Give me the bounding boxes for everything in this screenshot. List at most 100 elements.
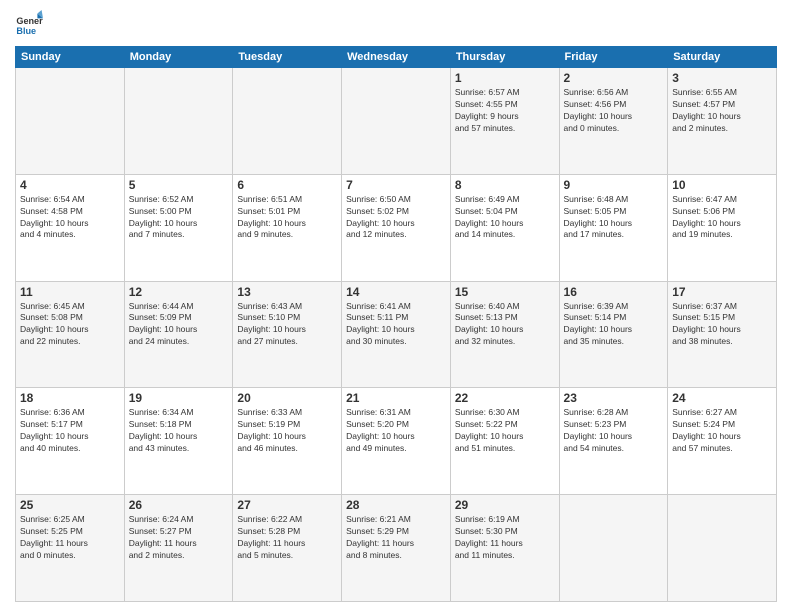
day-info: Sunrise: 6:24 AM Sunset: 5:27 PM Dayligh…	[129, 514, 229, 562]
day-cell: 26 Sunrise: 6:24 AM Sunset: 5:27 PM Dayli…	[124, 495, 233, 602]
day-info: Sunrise: 6:48 AM Sunset: 5:05 PM Dayligh…	[564, 194, 664, 242]
week-row-1: 1 Sunrise: 6:57 AM Sunset: 4:55 PM Daylig…	[16, 68, 777, 175]
col-header-wednesday: Wednesday	[342, 47, 451, 68]
day-info: Sunrise: 6:50 AM Sunset: 5:02 PM Dayligh…	[346, 194, 446, 242]
header-row: SundayMondayTuesdayWednesdayThursdayFrid…	[16, 47, 777, 68]
calendar-table: SundayMondayTuesdayWednesdayThursdayFrid…	[15, 46, 777, 602]
day-cell: 28Sunrise: 6:21 AM Sunset: 5:29 PM Dayli…	[342, 495, 451, 602]
day-cell: 29 Sunrise: 6:19 AM Sunset: 5:30 PM Dayli…	[450, 495, 559, 602]
day-number: 4	[20, 178, 120, 192]
day-number: 18	[20, 391, 120, 405]
day-cell	[342, 68, 451, 175]
day-info: Sunrise: 6:47 AM Sunset: 5:06 PM Dayligh…	[672, 194, 772, 242]
day-cell: 5 Sunrise: 6:52 AM Sunset: 5:00 PM Daylig…	[124, 174, 233, 281]
day-cell	[668, 495, 777, 602]
day-info: Sunrise: 6:52 AM Sunset: 5:00 PM Dayligh…	[129, 194, 229, 242]
day-number: 6	[237, 178, 337, 192]
page: General Blue SundayMondayTuesdayWednesda…	[0, 0, 792, 612]
day-cell: 10 Sunrise: 6:47 AM Sunset: 5:06 PM Dayli…	[668, 174, 777, 281]
logo-icon: General Blue	[15, 10, 43, 38]
day-info: Sunrise: 6:27 AM Sunset: 5:24 PM Dayligh…	[672, 407, 772, 455]
day-number: 11	[20, 285, 120, 299]
day-number: 27	[237, 498, 337, 512]
day-cell: 24 Sunrise: 6:27 AM Sunset: 5:24 PM Dayli…	[668, 388, 777, 495]
week-row-5: 25 Sunrise: 6:25 AM Sunset: 5:25 PM Dayli…	[16, 495, 777, 602]
day-info: Sunrise: 6:30 AM Sunset: 5:22 PM Dayligh…	[455, 407, 555, 455]
day-cell: 21 Sunrise: 6:31 AM Sunset: 5:20 PM Dayli…	[342, 388, 451, 495]
day-cell: 1 Sunrise: 6:57 AM Sunset: 4:55 PM Daylig…	[450, 68, 559, 175]
day-number: 14	[346, 285, 446, 299]
day-number: 29	[455, 498, 555, 512]
day-cell: 19 Sunrise: 6:34 AM Sunset: 5:18 PM Dayli…	[124, 388, 233, 495]
day-cell: 20 Sunrise: 6:33 AM Sunset: 5:19 PM Dayli…	[233, 388, 342, 495]
day-info: Sunrise: 6:40 AM Sunset: 5:13 PM Dayligh…	[455, 301, 555, 349]
day-cell	[559, 495, 668, 602]
day-cell: 27 Sunrise: 6:22 AM Sunset: 5:28 PM Dayli…	[233, 495, 342, 602]
day-info: Sunrise: 6:43 AM Sunset: 5:10 PM Dayligh…	[237, 301, 337, 349]
day-number: 3	[672, 71, 772, 85]
day-cell: 12 Sunrise: 6:44 AM Sunset: 5:09 PM Dayli…	[124, 281, 233, 388]
col-header-sunday: Sunday	[16, 47, 125, 68]
header: General Blue	[15, 10, 777, 38]
day-number: 12	[129, 285, 229, 299]
day-info: Sunrise: 6:49 AM Sunset: 5:04 PM Dayligh…	[455, 194, 555, 242]
day-number: 24	[672, 391, 772, 405]
day-info: Sunrise: 6:22 AM Sunset: 5:28 PM Dayligh…	[237, 514, 337, 562]
day-number: 7	[346, 178, 446, 192]
day-cell: 11 Sunrise: 6:45 AM Sunset: 5:08 PM Dayli…	[16, 281, 125, 388]
day-cell: 2Sunrise: 6:56 AM Sunset: 4:56 PM Daylig…	[559, 68, 668, 175]
day-info: Sunrise: 6:54 AM Sunset: 4:58 PM Dayligh…	[20, 194, 120, 242]
day-number: 9	[564, 178, 664, 192]
day-info: Sunrise: 6:51 AM Sunset: 5:01 PM Dayligh…	[237, 194, 337, 242]
day-info: Sunrise: 6:33 AM Sunset: 5:19 PM Dayligh…	[237, 407, 337, 455]
day-info: Sunrise: 6:31 AM Sunset: 5:20 PM Dayligh…	[346, 407, 446, 455]
day-info: Sunrise: 6:21 AM Sunset: 5:29 PM Dayligh…	[346, 514, 446, 562]
day-cell: 25 Sunrise: 6:25 AM Sunset: 5:25 PM Dayli…	[16, 495, 125, 602]
day-info: Sunrise: 6:25 AM Sunset: 5:25 PM Dayligh…	[20, 514, 120, 562]
col-header-saturday: Saturday	[668, 47, 777, 68]
day-info: Sunrise: 6:36 AM Sunset: 5:17 PM Dayligh…	[20, 407, 120, 455]
day-cell: 13 Sunrise: 6:43 AM Sunset: 5:10 PM Dayli…	[233, 281, 342, 388]
day-cell: 7 Sunrise: 6:50 AM Sunset: 5:02 PM Daylig…	[342, 174, 451, 281]
day-cell: 16 Sunrise: 6:39 AM Sunset: 5:14 PM Dayli…	[559, 281, 668, 388]
day-number: 10	[672, 178, 772, 192]
day-number: 15	[455, 285, 555, 299]
day-cell: 4 Sunrise: 6:54 AM Sunset: 4:58 PM Daylig…	[16, 174, 125, 281]
day-number: 16	[564, 285, 664, 299]
day-number: 1	[455, 71, 555, 85]
day-number: 26	[129, 498, 229, 512]
logo: General Blue	[15, 10, 43, 38]
col-header-friday: Friday	[559, 47, 668, 68]
day-info: Sunrise: 6:37 AM Sunset: 5:15 PM Dayligh…	[672, 301, 772, 349]
day-info: Sunrise: 6:45 AM Sunset: 5:08 PM Dayligh…	[20, 301, 120, 349]
week-row-4: 18 Sunrise: 6:36 AM Sunset: 5:17 PM Dayli…	[16, 388, 777, 495]
day-cell: 8Sunrise: 6:49 AM Sunset: 5:04 PM Daylig…	[450, 174, 559, 281]
col-header-tuesday: Tuesday	[233, 47, 342, 68]
day-cell: 22 Sunrise: 6:30 AM Sunset: 5:22 PM Dayli…	[450, 388, 559, 495]
day-info: Sunrise: 6:57 AM Sunset: 4:55 PM Dayligh…	[455, 87, 555, 135]
day-info: Sunrise: 6:34 AM Sunset: 5:18 PM Dayligh…	[129, 407, 229, 455]
day-number: 23	[564, 391, 664, 405]
week-row-3: 11 Sunrise: 6:45 AM Sunset: 5:08 PM Dayli…	[16, 281, 777, 388]
day-cell: 23 Sunrise: 6:28 AM Sunset: 5:23 PM Dayli…	[559, 388, 668, 495]
day-cell	[16, 68, 125, 175]
day-number: 13	[237, 285, 337, 299]
day-info: Sunrise: 6:28 AM Sunset: 5:23 PM Dayligh…	[564, 407, 664, 455]
svg-text:Blue: Blue	[16, 26, 36, 36]
day-cell	[124, 68, 233, 175]
day-cell: 15 Sunrise: 6:40 AM Sunset: 5:13 PM Dayli…	[450, 281, 559, 388]
day-number: 21	[346, 391, 446, 405]
day-info: Sunrise: 6:44 AM Sunset: 5:09 PM Dayligh…	[129, 301, 229, 349]
day-number: 22	[455, 391, 555, 405]
day-number: 2	[564, 71, 664, 85]
day-cell: 17Sunrise: 6:37 AM Sunset: 5:15 PM Dayli…	[668, 281, 777, 388]
day-info: Sunrise: 6:19 AM Sunset: 5:30 PM Dayligh…	[455, 514, 555, 562]
day-number: 19	[129, 391, 229, 405]
day-info: Sunrise: 6:39 AM Sunset: 5:14 PM Dayligh…	[564, 301, 664, 349]
col-header-monday: Monday	[124, 47, 233, 68]
col-header-thursday: Thursday	[450, 47, 559, 68]
day-number: 25	[20, 498, 120, 512]
day-number: 5	[129, 178, 229, 192]
day-number: 20	[237, 391, 337, 405]
week-row-2: 4 Sunrise: 6:54 AM Sunset: 4:58 PM Daylig…	[16, 174, 777, 281]
